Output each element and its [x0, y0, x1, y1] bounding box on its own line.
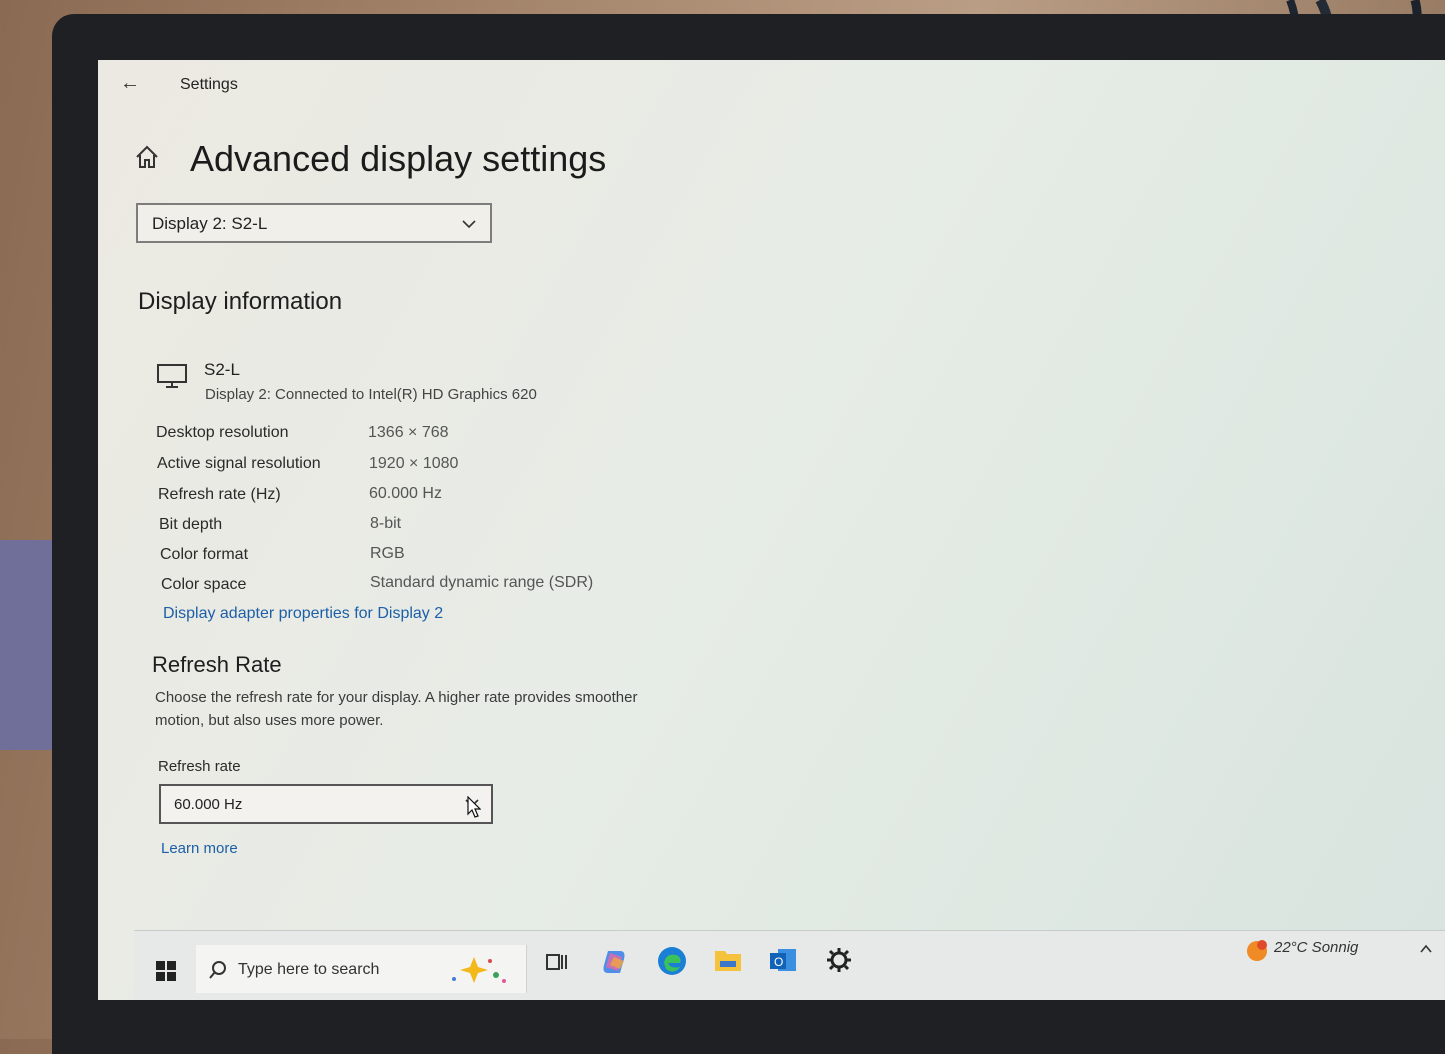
info-label-color-format: Color format — [160, 546, 249, 563]
monitor-name: S2-L — [204, 360, 240, 379]
info-label-active-signal-resolution: Active signal resolution — [157, 455, 321, 472]
mouse-cursor-icon — [467, 796, 481, 818]
chevron-down-icon — [462, 220, 476, 229]
display-info-title: Display information — [138, 288, 343, 315]
display-select-dropdown[interactable]: Display 2: S2-L — [136, 203, 492, 243]
refresh-rate-label: Refresh rate — [158, 758, 241, 775]
learn-more-link[interactable]: Learn more — [161, 840, 238, 857]
info-label-color-space: Color space — [161, 576, 247, 593]
copilot-sparkle-icon[interactable] — [446, 955, 516, 985]
app-title: Settings — [180, 76, 238, 93]
refresh-rate-value: 60.000 Hz — [174, 796, 243, 813]
file-explorer-icon[interactable] — [714, 947, 742, 973]
display-adapter-properties-link[interactable]: Display adapter properties for Display 2 — [163, 605, 443, 623]
info-value-bit-depth: 8-bit — [370, 515, 402, 532]
taskbar-search-box[interactable]: Type here to search — [196, 945, 527, 993]
outlook-icon[interactable]: O — [768, 945, 798, 975]
home-icon[interactable] — [134, 144, 160, 170]
task-view-icon[interactable] — [546, 951, 568, 973]
monitor-icon — [157, 364, 187, 388]
svg-text:O: O — [774, 955, 783, 969]
edge-icon[interactable] — [656, 945, 688, 977]
info-value-refresh-rate: 60.000 Hz — [369, 485, 442, 502]
info-label-bit-depth: Bit depth — [159, 516, 223, 533]
info-value-active-signal-resolution: 1920 × 1080 — [369, 455, 459, 472]
display-select-value: Display 2: S2-L — [152, 214, 268, 233]
settings-window: ← Settings Advanced display settings Dis… — [98, 60, 1445, 1000]
info-value-desktop-resolution: 1366 × 768 — [368, 424, 449, 441]
info-label-desktop-resolution: Desktop resolution — [156, 424, 289, 441]
search-placeholder: Type here to search — [238, 961, 380, 978]
refresh-rate-dropdown[interactable]: 60.000 Hz — [159, 784, 493, 824]
weather-text[interactable]: 22°C Sonnig — [1274, 939, 1358, 956]
weather-sun-icon[interactable] — [1244, 937, 1270, 963]
info-label-refresh-rate: Refresh rate (Hz) — [158, 486, 281, 503]
settings-gear-icon[interactable] — [826, 947, 852, 973]
search-icon — [209, 961, 226, 979]
refresh-rate-description: Choose the refresh rate for your display… — [155, 689, 638, 729]
page-title: Advanced display settings — [190, 138, 607, 179]
chevron-up-icon[interactable] — [1418, 941, 1434, 957]
info-value-color-space: Standard dynamic range (SDR) — [370, 574, 594, 591]
taskbar: Type here to search O 22°C Sonnig — [134, 930, 1445, 1000]
info-value-color-format: RGB — [370, 545, 405, 562]
copilot-app-icon[interactable] — [600, 947, 630, 977]
monitor-description: Display 2: Connected to Intel(R) HD Grap… — [205, 386, 537, 403]
refresh-rate-title: Refresh Rate — [152, 652, 282, 677]
windows-start-icon[interactable] — [156, 961, 176, 981]
back-arrow-icon[interactable]: ← — [120, 72, 140, 95]
